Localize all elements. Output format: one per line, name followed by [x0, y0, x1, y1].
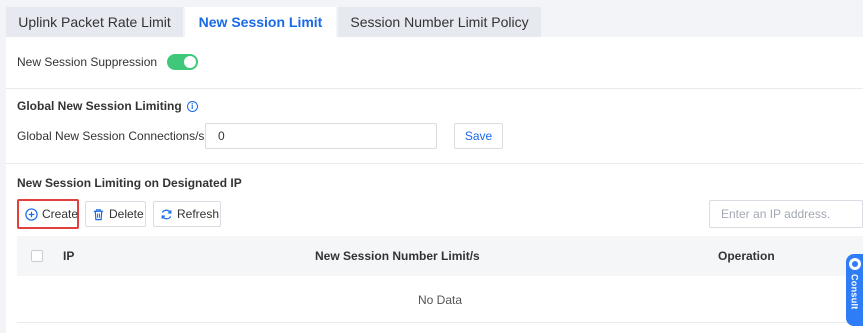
divider	[6, 88, 863, 89]
suppression-row: New Session Suppression	[17, 54, 199, 70]
toggle-knob	[184, 56, 197, 68]
global-title-text: Global New Session Limiting	[17, 99, 182, 113]
empty-state: No Data	[17, 277, 863, 323]
content-panel: New Session Suppression Global New Sessi…	[6, 37, 863, 333]
refresh-icon	[161, 209, 172, 219]
column-header-operation: Operation	[718, 249, 775, 263]
tab-bar: Uplink Packet Rate Limit New Session Lim…	[0, 0, 863, 37]
info-icon[interactable]: i	[186, 100, 198, 112]
tab-uplink-packet-rate-limit[interactable]: Uplink Packet Rate Limit	[6, 7, 183, 37]
connections-input[interactable]: 0	[205, 123, 437, 149]
refresh-label: Refresh	[177, 207, 220, 221]
plus-circle-icon	[25, 207, 38, 221]
column-header-limit[interactable]: New Session Number Limit/s	[315, 249, 480, 263]
consult-label: Consult	[849, 274, 860, 310]
delete-label: Delete	[109, 207, 144, 221]
create-button[interactable]: Create	[17, 199, 79, 229]
suppression-toggle[interactable]	[167, 54, 199, 70]
ip-search-input[interactable]: Enter an IP address.	[709, 200, 863, 228]
trash-icon	[93, 208, 104, 220]
designated-section-title: New Session Limiting on Designated IP	[17, 176, 242, 190]
tab-new-session-limit[interactable]: New Session Limit	[185, 7, 336, 37]
tab-session-number-limit-policy[interactable]: Session Number Limit Policy	[338, 7, 541, 37]
divider	[6, 163, 863, 164]
refresh-button[interactable]: Refresh	[153, 201, 221, 227]
save-button[interactable]: Save	[454, 123, 503, 149]
create-label: Create	[42, 207, 79, 221]
column-header-ip[interactable]: IP	[63, 249, 74, 263]
global-section-title: Global New Session Limiting i	[17, 99, 198, 113]
connections-label: Global New Session Connections/s	[17, 129, 205, 143]
select-all-checkbox[interactable]	[31, 250, 43, 262]
chat-icon	[848, 258, 861, 270]
delete-button[interactable]: Delete	[85, 201, 146, 227]
consult-button[interactable]: Consult	[846, 254, 863, 326]
table-header: IP New Session Number Limit/s Operation	[17, 236, 863, 276]
suppression-label: New Session Suppression	[17, 55, 158, 69]
